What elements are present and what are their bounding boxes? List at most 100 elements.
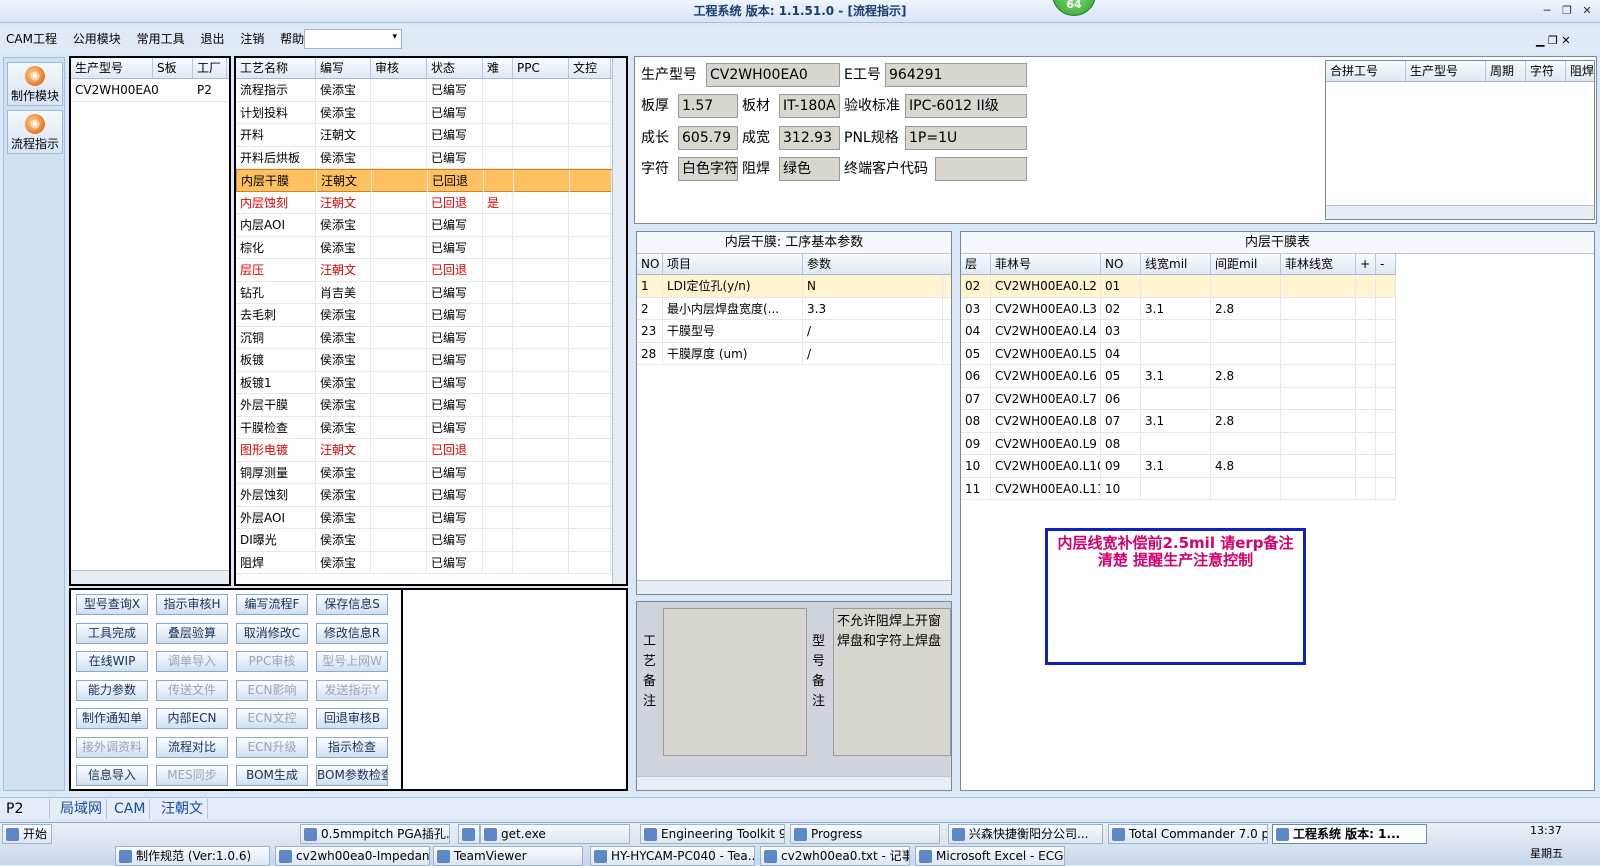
width-field[interactable]: 312.93 [779,126,840,150]
header-param-item[interactable]: 项目 [663,254,803,274]
film-row[interactable]: 05 CV2WH00EA0.L5 04 [961,342,1396,365]
action-button[interactable]: 流程对比 [156,736,228,758]
taskbar-button[interactable]: cv2wh00ea0-Impedance [275,846,430,866]
action-button[interactable]: 工具完成 [76,622,148,644]
action-button[interactable]: 能力参数 [76,679,148,701]
process-row[interactable]: 开料 汪朝文 已编写 [236,124,626,147]
action-button[interactable]: 取消修改C [236,622,308,644]
tab-user[interactable]: 汪朝文 [157,799,208,819]
standard-field[interactable]: IPC-6012 II级 [905,94,1027,118]
header-ppc[interactable]: PPC [513,58,569,78]
header-film-no[interactable]: 菲林号 [991,254,1101,274]
header-process-name[interactable]: 工艺名称 [236,58,316,78]
process-row[interactable]: 去毛刺 侯添宝 已编写 [236,304,626,327]
eno-field[interactable]: 964291 [885,63,1027,87]
model-field[interactable]: CV2WH00EA0 [706,63,840,87]
process-vscroll[interactable] [612,58,626,584]
action-button[interactable]: 在线WIP [76,651,148,672]
process-row[interactable]: 内层AOI 侯添宝 已编写 [236,214,626,237]
film-row[interactable]: 02 CV2WH00EA0.L2 01 [961,275,1396,298]
header-merge-mask[interactable]: 阻焊 [1566,61,1594,81]
taskbar-button[interactable]: 兴森快捷衡阳分公司... [948,824,1103,844]
start-button[interactable]: 开始 [2,824,52,844]
length-field[interactable]: 605.79 [678,126,738,150]
pnl-field[interactable]: 1P=1U [905,126,1027,150]
thickness-field[interactable]: 1.57 [678,94,738,118]
restore-icon[interactable]: ❐ [1558,3,1576,19]
action-button[interactable]: 指示检查 [316,736,388,758]
close-icon[interactable]: ✕ [1578,3,1596,19]
action-button[interactable]: 保存信息S [316,594,388,615]
taskbar-button[interactable]: 工程系统 版本: 1... [1272,824,1427,844]
film-row[interactable]: 07 CV2WH00EA0.L7 06 [961,387,1396,410]
tab-lan[interactable]: 局域网 [56,799,107,819]
process-row[interactable]: DI曝光 侯添宝 已编写 [236,529,626,552]
process-row[interactable]: 流程指示 侯添宝 已编写 [236,79,626,102]
action-button[interactable]: 型号查询X [76,594,148,615]
header-film-line[interactable]: 菲林线宽 [1281,254,1356,274]
params-hscroll[interactable] [637,580,951,594]
process-row[interactable]: 开料后烘板 侯添宝 已编写 [236,146,626,169]
factory-combo[interactable]: P2 [2,799,50,819]
action-button[interactable]: 制作通知单 [76,708,148,729]
header-spacing[interactable]: 间距mil [1211,254,1281,274]
taskbar-button[interactable]: cv2wh00ea0.txt - 记事本 [760,846,910,866]
process-row[interactable]: 铜厚测量 侯添宝 已编写 [236,461,626,484]
param-row[interactable]: 2 最小内层焊盘宽度(... 3.3 [637,297,951,320]
action-button[interactable]: BOM参数检查 [316,765,388,786]
header-model[interactable]: 生产型号 [71,58,153,78]
process-row[interactable]: 板镀1 侯添宝 已编写 [236,371,626,394]
process-row[interactable]: 板镀 侯添宝 已编写 [236,349,626,372]
process-row[interactable]: 钻孔 肖吉美 已编写 [236,281,626,304]
process-row[interactable]: 计划投料 侯添宝 已编写 [236,101,626,124]
menu-tools[interactable]: 常用工具 [131,25,191,53]
header-difficulty[interactable]: 难 [483,58,513,78]
header-merge-model[interactable]: 生产型号 [1406,61,1486,81]
taskbar-button[interactable]: Total Commander 7.0 p... [1108,824,1268,844]
film-row[interactable]: 06 CV2WH00EA0.L6 05 3.1 2.8 [961,365,1396,388]
add-column-button[interactable]: + [1356,254,1376,274]
process-row[interactable]: 内层蚀刻 汪朝文 已回退是 [236,191,626,214]
header-factory[interactable]: 工厂 [193,58,227,78]
process-row[interactable]: 层压 汪朝文 已回退 [236,259,626,282]
action-button[interactable]: 编写流程F [236,594,308,615]
menu-combo[interactable]: ▾ [304,29,402,49]
taskbar-button[interactable]: 制作规范 (Ver:1.0.6) [115,846,270,866]
menu-exit[interactable]: 退出 [194,25,230,53]
header-s-board[interactable]: S板 [153,58,193,78]
action-button[interactable]: 指示审核H [156,594,228,615]
minimize-icon[interactable]: ─ [1538,3,1556,19]
material-field[interactable]: IT-180A [779,94,840,118]
header-doc-control[interactable]: 文控 [569,58,611,78]
taskbar-button[interactable]: HY-HYCAM-PC040 - Tea... [590,846,755,866]
film-row[interactable]: 09 CV2WH00EA0.L9 08 [961,432,1396,455]
menu-cam[interactable]: CAM工程 [0,25,63,53]
process-row[interactable]: 内层干膜 汪朝文 已回退 [236,169,626,192]
process-row[interactable]: 外层AOI 侯添宝 已编写 [236,506,626,529]
action-button[interactable]: 回退审核B [316,708,388,729]
process-remark-field[interactable] [663,608,807,756]
menu-common-module[interactable]: 公用模块 [67,25,127,53]
remove-column-button[interactable]: - [1376,254,1396,274]
char-field[interactable]: 白色字符 [678,157,738,181]
param-row[interactable]: 23 干膜型号 / [637,320,951,343]
mdi-window-controls[interactable]: ▁ ❐ ✕ [1536,34,1571,47]
action-button[interactable]: 叠层验算 [156,622,228,644]
model-remark-field[interactable]: 不允许阻焊上开窗焊盘和字符上焊盘 [833,608,951,756]
action-button[interactable]: BOM生成 [236,765,308,786]
header-status[interactable]: 状态 [427,58,483,78]
header-param-value[interactable]: 参数 [803,254,943,274]
menu-logout[interactable]: 注销 [234,25,270,53]
process-row[interactable]: 外层蚀刻 侯添宝 已编写 [236,484,626,507]
process-row[interactable]: 干膜检查 侯添宝 已编写 [236,416,626,439]
tab-cam[interactable]: CAM [110,799,151,819]
taskbar-button[interactable]: Microsoft Excel - ECGGC [915,846,1065,866]
taskbar-button[interactable]: TeamViewer [433,846,583,866]
header-film-seq[interactable]: NO [1101,254,1141,274]
header-line-width[interactable]: 线宽mil [1141,254,1211,274]
action-button[interactable]: 修改信息R [316,622,388,644]
flow-guide-button[interactable]: ◉ 流程指示 [7,110,63,154]
taskbar-button[interactable]: 0.5mmpitch PGA插孔... [300,824,450,844]
param-row[interactable]: 28 干膜厚度 (um) / [637,342,951,365]
header-writer[interactable]: 编写 [316,58,371,78]
